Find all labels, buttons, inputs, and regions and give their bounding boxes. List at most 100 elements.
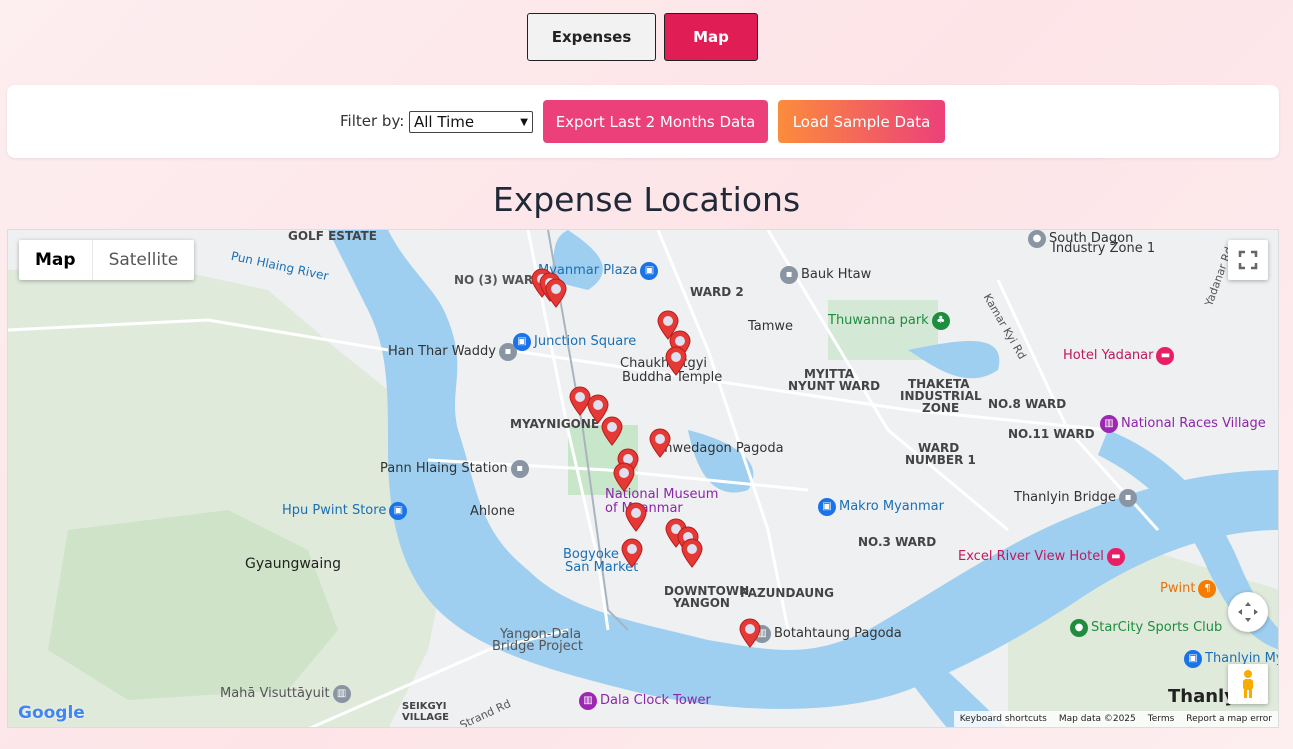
poi-dala-clock-tower[interactable]: ▥ Dala Clock Tower bbox=[579, 692, 711, 710]
poi-label: Hpu Pwint Store bbox=[282, 503, 387, 518]
load-sample-button[interactable]: Load Sample Data bbox=[778, 100, 945, 143]
poi-bauk-htaw[interactable]: ▪ Bauk Htaw bbox=[780, 266, 871, 284]
map-label: NO.8 WARD bbox=[988, 397, 1067, 411]
map-label: NUMBER 1 bbox=[905, 453, 976, 467]
map-type-map-button[interactable]: Map bbox=[19, 240, 92, 280]
poi-label: Han Thar Waddy bbox=[388, 344, 496, 359]
poi-label: Thanlyin Bridge bbox=[1014, 490, 1117, 505]
map-label: Tamwe bbox=[748, 319, 794, 334]
map-label: WARD 2 bbox=[690, 285, 744, 299]
landmark-icon: ▥ bbox=[332, 685, 351, 703]
poi-label: Pwint bbox=[1160, 581, 1196, 596]
shopping-icon: ▣ bbox=[1184, 650, 1202, 668]
tab-map[interactable]: Map bbox=[664, 13, 758, 61]
shopping-icon: ▣ bbox=[389, 502, 408, 520]
poi-label: National Races Village bbox=[1121, 416, 1266, 431]
poi-label: Excel River View Hotel bbox=[958, 549, 1104, 564]
filter-bar: Filter by: All Time ▼ Export Last 2 Mont… bbox=[7, 85, 1279, 158]
expense-pin[interactable] bbox=[612, 462, 636, 492]
poi-label: Thuwanna park bbox=[828, 313, 929, 328]
poi-maha-visuttayuit[interactable]: Mahā Visuttāyuit ▥ bbox=[220, 685, 351, 703]
poi-excel-river-view-hotel[interactable]: Excel River View Hotel ▬ bbox=[958, 548, 1125, 566]
bridge-icon: ▪ bbox=[1119, 489, 1138, 507]
poi-hotel-yadanar[interactable]: Hotel Yadanar ▬ bbox=[1063, 347, 1175, 365]
shopping-icon: ▣ bbox=[640, 262, 659, 280]
report-error-link[interactable]: Report a map error bbox=[1186, 714, 1272, 724]
expense-pin[interactable] bbox=[648, 428, 672, 458]
expense-pin[interactable] bbox=[620, 538, 644, 568]
expense-map[interactable]: GOLF ESTATE Pun Hlaing River NO (3) WARD… bbox=[7, 229, 1279, 728]
transit-icon: ▪ bbox=[780, 266, 798, 284]
terms-link[interactable]: Terms bbox=[1148, 714, 1175, 724]
map-attribution: Keyboard shortcuts Map data ©2025 Terms … bbox=[953, 711, 1278, 727]
map-data-text: Map data ©2025 bbox=[1058, 714, 1136, 724]
poi-hpu-pwint-store[interactable]: Hpu Pwint Store ▣ bbox=[282, 502, 408, 520]
poi-thanlyin-bridge[interactable]: Thanlyin Bridge ▪ bbox=[1014, 489, 1138, 507]
expense-pin[interactable] bbox=[624, 502, 648, 532]
map-label: PAZUNDAUNG bbox=[740, 586, 834, 600]
street-view-button[interactable] bbox=[1228, 664, 1268, 704]
map-label: Industry Zone 1 bbox=[1052, 241, 1156, 256]
poi-pwint[interactable]: Pwint ¶ bbox=[1160, 580, 1217, 598]
pegman-icon bbox=[1243, 670, 1253, 698]
expense-pin[interactable] bbox=[738, 618, 762, 648]
poi-junction-square[interactable]: ▣ Junction Square bbox=[513, 333, 636, 351]
filter-selected-value: All Time bbox=[414, 113, 475, 131]
hotel-icon: ▬ bbox=[1106, 548, 1125, 566]
poi-thuwanna-park[interactable]: Thuwanna park ♣ bbox=[828, 312, 950, 330]
map-label: YANGON bbox=[673, 596, 730, 610]
camera-control-button[interactable] bbox=[1228, 592, 1268, 632]
landmark-icon: ▥ bbox=[1100, 415, 1118, 433]
export-button[interactable]: Export Last 2 Months Data bbox=[543, 100, 768, 143]
poi-makro-myanmar[interactable]: ▣ Makro Myanmar bbox=[818, 498, 944, 516]
landmark-icon: ▥ bbox=[579, 692, 597, 710]
expense-pin[interactable] bbox=[680, 538, 704, 568]
poi-label: Makro Myanmar bbox=[839, 499, 944, 514]
map-label: GOLF ESTATE bbox=[288, 229, 377, 243]
expense-pin[interactable] bbox=[600, 416, 624, 446]
map-label: NO.3 WARD bbox=[858, 535, 937, 549]
poi-starcity-sports-club[interactable]: ● StarCity Sports Club bbox=[1070, 619, 1222, 637]
map-label: VILLAGE bbox=[402, 712, 449, 723]
poi-label: Hotel Yadanar bbox=[1063, 348, 1154, 363]
poi-label: Bauk Htaw bbox=[801, 267, 872, 282]
hotel-icon: ▬ bbox=[1156, 347, 1175, 365]
keyboard-shortcuts-link[interactable]: Keyboard shortcuts bbox=[960, 714, 1047, 724]
poi-han-thar-waddy[interactable]: Han Thar Waddy ▪ bbox=[388, 343, 517, 361]
move-arrows-icon bbox=[1238, 602, 1258, 622]
shopping-icon: ▣ bbox=[818, 498, 836, 516]
filter-label: Filter by: bbox=[340, 112, 405, 130]
map-label: Bridge Project bbox=[492, 639, 583, 654]
map-label: Ahlone bbox=[470, 504, 515, 519]
chevron-down-icon: ▼ bbox=[520, 116, 528, 128]
expense-pin[interactable] bbox=[544, 278, 568, 308]
map-type-control: Map Satellite bbox=[19, 240, 195, 280]
fullscreen-button[interactable] bbox=[1228, 240, 1268, 280]
shopping-icon: ▣ bbox=[513, 333, 531, 351]
map-type-satellite-button[interactable]: Satellite bbox=[91, 240, 195, 280]
poi-label: Dala Clock Tower bbox=[600, 693, 711, 708]
map-label: NYUNT WARD bbox=[788, 379, 881, 393]
sports-icon: ● bbox=[1070, 619, 1088, 637]
poi-pann-hlaing-station[interactable]: Pann Hlaing Station ▪ bbox=[380, 460, 529, 478]
view-tabs: Expenses Map bbox=[527, 13, 758, 61]
poi-label: Junction Square bbox=[534, 334, 637, 349]
restaurant-icon: ¶ bbox=[1198, 580, 1217, 598]
poi-label: StarCity Sports Club bbox=[1091, 620, 1223, 635]
expense-pin[interactable] bbox=[664, 346, 688, 376]
map-base-layer bbox=[8, 230, 1278, 727]
time-filter-select[interactable]: All Time ▼ bbox=[409, 111, 533, 133]
poi-label: Botahtaung Pagoda bbox=[774, 626, 902, 641]
fullscreen-icon bbox=[1238, 250, 1258, 270]
poi-label: Mahā Visuttāyuit bbox=[220, 686, 330, 701]
poi-national-races-village[interactable]: ▥ National Races Village bbox=[1100, 415, 1266, 433]
tab-expenses[interactable]: Expenses bbox=[527, 13, 656, 61]
google-logo: Google bbox=[18, 703, 85, 723]
park-icon: ♣ bbox=[931, 312, 950, 330]
map-label: ZONE bbox=[922, 401, 960, 415]
poi-label: Pann Hlaing Station bbox=[380, 461, 508, 476]
transit-icon: ▪ bbox=[510, 460, 529, 478]
poi-botahtaung-pagoda[interactable]: ▥ Botahtaung Pagoda bbox=[753, 625, 902, 643]
map-label: NO.11 WARD bbox=[1008, 427, 1095, 441]
map-label: Gyaungwaing bbox=[245, 556, 342, 572]
